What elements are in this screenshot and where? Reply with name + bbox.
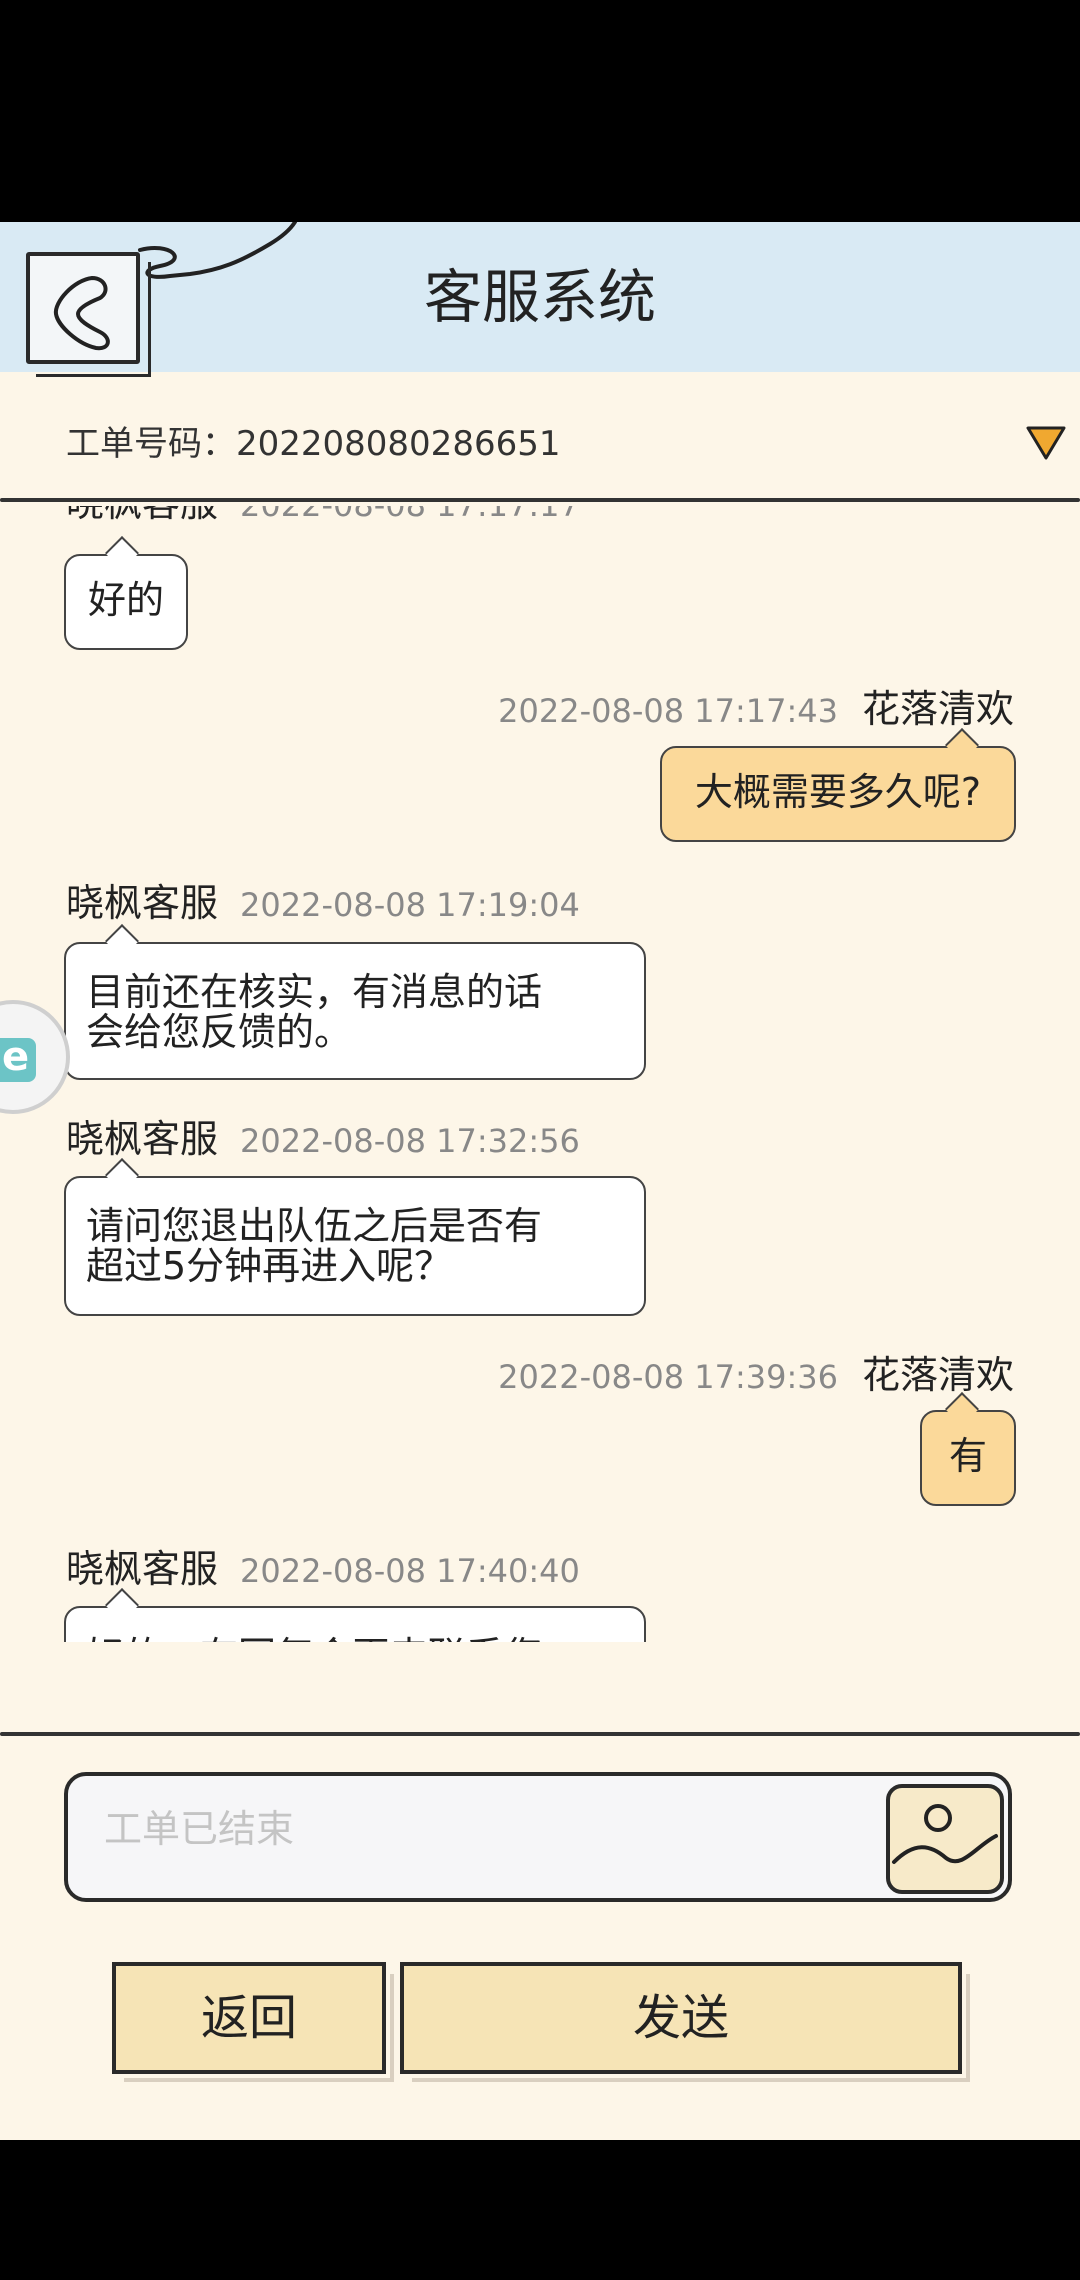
navigation-bar xyxy=(0,2140,1080,2280)
back-button[interactable] xyxy=(26,252,151,377)
image-upload-button[interactable] xyxy=(886,1784,1004,1894)
message-bubble: 大概需要多久呢? xyxy=(660,746,1016,842)
top-divider xyxy=(0,498,1080,502)
sender-name: 晓枫客服 xyxy=(66,506,218,525)
sender-name: 晓枫客服 xyxy=(66,1547,219,1591)
message-time: 2022-08-08 17:39:36 xyxy=(498,1358,838,1396)
sender-name: 花落清欢 xyxy=(861,1353,1014,1397)
message-text: 好的，有回复会再来联系您 xyxy=(86,1634,542,1642)
message-text-line: 目前还在核实，有消息的话 xyxy=(86,970,543,1014)
message-text-line: 超过5分钟再进入呢？ xyxy=(86,1244,453,1288)
message-meta: 2022-08-08 17:17:43 花落清欢 xyxy=(498,678,1014,733)
input-placeholder: 工单已结束 xyxy=(104,1807,295,1851)
message-text: 好的 xyxy=(87,578,164,622)
message-meta: 2022-08-08 17:39:36 花落清欢 xyxy=(498,1344,1014,1399)
message-bubble: 目前还在核实，有消息的话 会给您反馈的。 xyxy=(64,942,646,1080)
message-time: 2022-08-08 17:17:17 xyxy=(240,506,580,524)
message-meta: 晓枫客服 2022-08-08 17:19:04 xyxy=(66,872,580,927)
message-time: 2022-08-08 17:17:43 xyxy=(498,692,838,730)
message-time: 2022-08-08 17:40:40 xyxy=(240,1552,580,1590)
return-button[interactable]: 返回 xyxy=(112,1962,394,2082)
header: 客服系统 xyxy=(0,222,1080,377)
ticket-row: 工单号码：202208080286651 xyxy=(0,372,1080,502)
message-bubble: 有 xyxy=(920,1410,1016,1506)
message-bubble: 请问您退出队伍之后是否有 超过5分钟再进入呢？ xyxy=(64,1176,646,1316)
message-input[interactable]: 工单已结束 xyxy=(64,1772,1012,1902)
message-bubble: 好的 xyxy=(64,554,188,650)
send-button[interactable]: 发送 xyxy=(400,1962,970,2082)
sender-name: 晓枫客服 xyxy=(66,1117,219,1161)
sender-name: 花落清欢 xyxy=(861,687,1014,731)
back-arrow-icon xyxy=(53,276,110,351)
status-bar xyxy=(0,0,1080,222)
ticket-number: 工单号码：202208080286651 xyxy=(66,424,561,464)
floating-assistant-button[interactable] xyxy=(0,1000,70,1114)
floating-assistant-icon xyxy=(0,1034,36,1082)
chat-message-list[interactable]: 晓枫客服 2022-08-08 17:17:17 好的 2022-08-08 17… xyxy=(0,506,1080,1642)
message-text-line: 会给您反馈的。 xyxy=(86,1010,353,1054)
bottom-divider xyxy=(0,1732,1080,1736)
message-meta: 晓枫客服 2022-08-08 17:17:17 xyxy=(66,506,580,527)
message-text-line: 请问您退出队伍之后是否有 xyxy=(86,1204,543,1248)
header-decoration xyxy=(138,222,297,279)
message-meta: 晓枫客服 2022-08-08 17:32:56 xyxy=(66,1108,580,1163)
message-meta: 晓枫客服 2022-08-08 17:40:40 xyxy=(66,1538,580,1593)
message-time: 2022-08-08 17:19:04 xyxy=(240,886,580,924)
message-text: 有 xyxy=(948,1434,987,1478)
dropdown-triangle-icon[interactable] xyxy=(1024,422,1068,462)
message-time: 2022-08-08 17:32:56 xyxy=(240,1122,580,1160)
customer-service-screen: 客服系统 工单号码：202208080286651 晓枫客服 2022-08-08… xyxy=(0,222,1080,2140)
image-upload-icon xyxy=(892,1804,998,1864)
message-bubble: 好的，有回复会再来联系您 xyxy=(64,1606,646,1642)
message-text: 大概需要多久呢? xyxy=(694,770,982,814)
sender-name: 晓枫客服 xyxy=(66,881,219,925)
